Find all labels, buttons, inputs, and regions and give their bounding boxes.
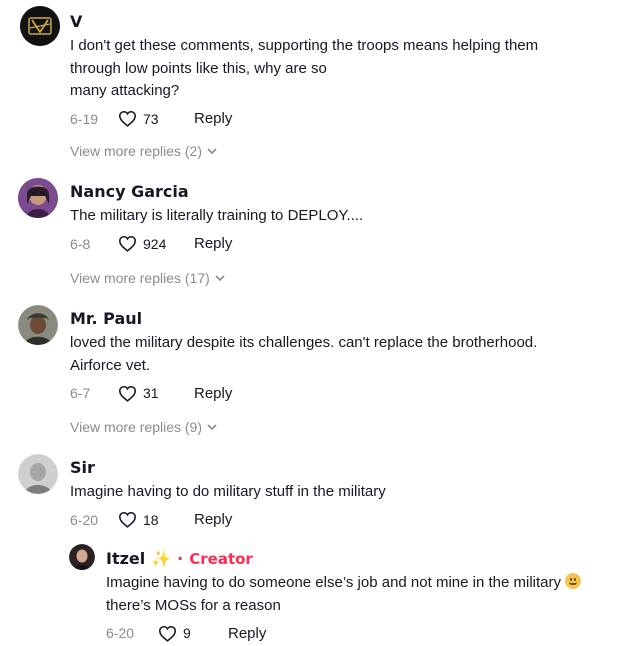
creator-badge: Creator <box>189 550 253 568</box>
avatar-itzel[interactable] <box>69 544 95 570</box>
avatar-photo-icon <box>18 305 58 345</box>
comment-date: 6-20 <box>70 511 99 528</box>
comment-meta: 6-7 31 Reply <box>70 383 537 403</box>
heart-outline-icon <box>118 236 137 252</box>
comment-username[interactable]: V <box>70 12 538 32</box>
chevron-down-icon <box>215 274 225 281</box>
avatar-photo-icon <box>18 178 58 218</box>
view-more-label: View more replies (2) <box>70 143 203 159</box>
sparkle-icon: ✨ <box>151 549 172 568</box>
comment-text: I don't get these comments, supporting t… <box>70 37 539 99</box>
reply-date: 6-20 <box>106 625 135 641</box>
reply-button[interactable]: Reply <box>228 625 266 642</box>
like-button[interactable]: 73 <box>118 110 178 127</box>
avatar-mr-paul[interactable] <box>18 305 58 345</box>
separator-dot: · <box>177 549 184 568</box>
reply-username-row: Itzel ✨ · Creator <box>106 549 581 569</box>
comment-username[interactable]: Nancy Garcia <box>70 182 363 202</box>
view-more-replies-button[interactable]: View more replies (2) <box>70 143 217 159</box>
reply-button[interactable]: Reply <box>194 110 232 127</box>
heart-outline-icon <box>118 512 137 528</box>
avatar-v[interactable] <box>20 6 60 46</box>
like-count: 9 <box>183 625 191 641</box>
like-button[interactable]: 924 <box>118 235 178 252</box>
like-button[interactable]: 18 <box>118 511 178 528</box>
reply-text: Imagine having to do someone else’s job … <box>106 572 581 617</box>
heart-outline-icon <box>118 385 137 402</box>
like-button[interactable]: 31 <box>118 385 178 402</box>
view-more-replies-button[interactable]: View more replies (17) <box>70 270 225 286</box>
comment-username[interactable]: Sir <box>70 458 386 478</box>
view-more-label: View more replies (17) <box>70 270 210 286</box>
comment-text: loved the military despite its challenge… <box>70 334 538 374</box>
heart-outline-icon <box>118 111 137 127</box>
comment-meta: 6-8 924 Reply <box>70 234 363 254</box>
reply-text-line1: Imagine having to do someone else’s job … <box>106 574 561 591</box>
avatar-photo-icon <box>18 454 58 494</box>
avatar-nancy-garcia[interactable] <box>18 178 58 218</box>
avatar-sir[interactable] <box>18 454 58 494</box>
chevron-down-icon <box>207 147 217 154</box>
comment-date: 6-8 <box>70 235 91 252</box>
smiling-face-emoji-icon <box>565 573 581 589</box>
comment-text: Imagine having to do military stuff in t… <box>70 483 386 500</box>
like-count: 31 <box>143 385 159 401</box>
reply-button[interactable]: Reply <box>194 511 232 528</box>
reply-text-line2: there’s MOSs for a reason <box>106 596 281 614</box>
comment-text: The military is literally training to DE… <box>70 207 364 224</box>
comment-date: 6-19 <box>70 110 99 127</box>
comment-username[interactable]: Mr. Paul <box>70 309 537 329</box>
comment-meta: 6-20 18 Reply <box>70 510 386 530</box>
reply-username[interactable]: Itzel <box>106 549 145 569</box>
reply-button[interactable]: Reply <box>194 385 232 402</box>
like-count: 73 <box>143 110 159 127</box>
reply-button[interactable]: Reply <box>194 235 232 252</box>
heart-outline-icon <box>158 625 177 642</box>
reply-meta: 6-20 9 Reply <box>106 623 581 643</box>
chevron-down-icon <box>207 423 217 430</box>
comment-date: 6-7 <box>70 385 91 401</box>
comment-meta: 6-19 73 Reply <box>70 109 538 129</box>
like-button[interactable]: 9 <box>158 625 212 642</box>
view-more-replies-button[interactable]: View more replies (9) <box>70 419 217 435</box>
like-count: 924 <box>143 235 167 252</box>
view-more-label: View more replies (9) <box>70 419 203 435</box>
like-count: 18 <box>143 511 159 528</box>
avatar-logo-icon <box>20 6 60 46</box>
avatar-photo-icon <box>69 544 95 570</box>
